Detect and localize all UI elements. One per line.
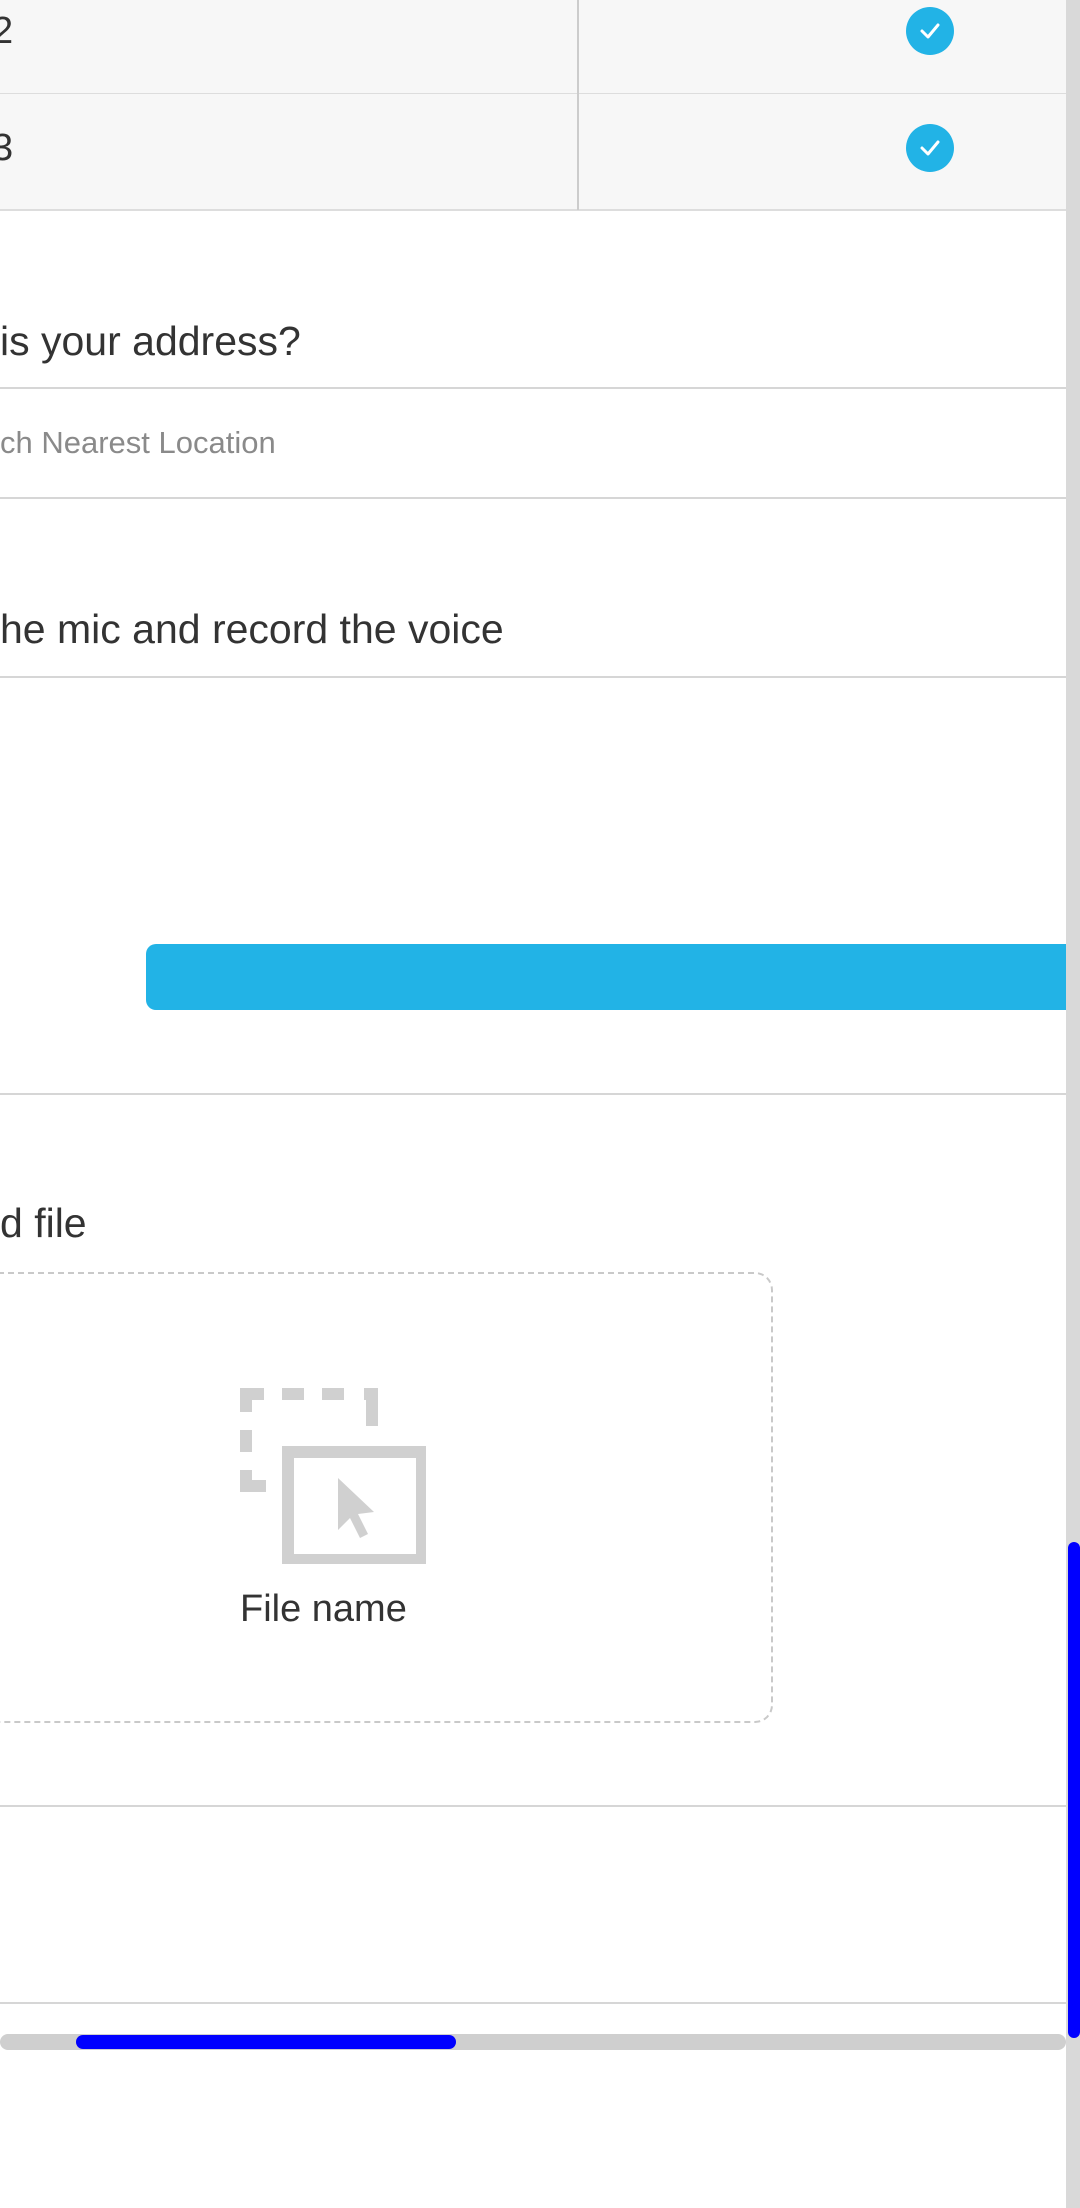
divider [0,1805,1066,1807]
record-voice-button[interactable] [146,944,1066,1010]
address-question-title: is your address? [0,318,301,364]
checkmark-icon [920,23,940,39]
file-name-label: File name [240,1588,407,1630]
checkbox-checked[interactable] [906,7,954,55]
checkbox-checked[interactable] [906,124,954,172]
divider [0,2002,1066,2004]
checkmark-icon [920,140,940,156]
divider [0,676,1066,678]
voice-question-title: he mic and record the voice [0,606,504,652]
location-search-input[interactable]: ch Nearest Location [0,425,276,461]
row-divider [0,209,1066,211]
divider [0,387,1066,389]
divider [0,1093,1066,1095]
vertical-scrollbar-thumb[interactable] [1068,1542,1080,2038]
row-label: 2 [0,10,14,52]
upload-file-title: d file [0,1200,87,1246]
file-drop-icon [240,1388,426,1564]
row-label: 3 [0,127,14,169]
horizontal-scrollbar-thumb[interactable] [76,2035,456,2049]
divider [0,497,1066,499]
table-row [0,0,1066,93]
column-divider [577,0,579,210]
